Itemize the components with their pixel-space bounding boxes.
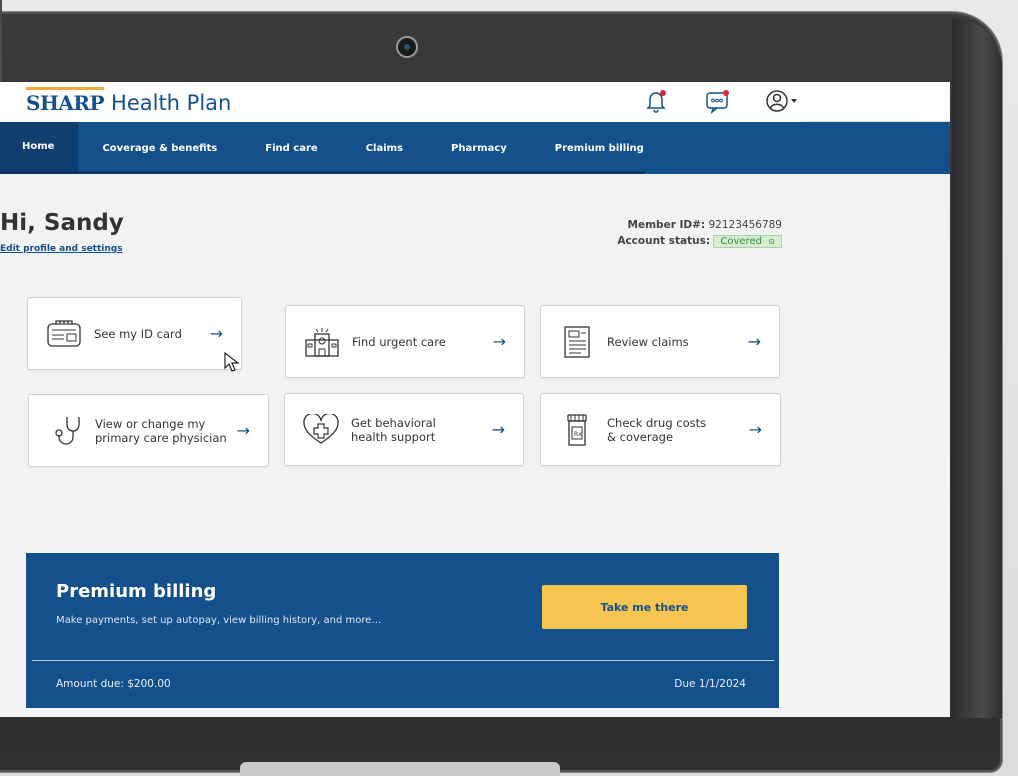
bell-icon[interactable] (644, 88, 670, 114)
card-primary-care-physician[interactable]: View or change my primary care physician… (28, 394, 269, 467)
webcam (396, 36, 418, 58)
nav-premium-billing[interactable]: Premium billing (531, 122, 668, 174)
bezel-rim (952, 18, 1002, 718)
card-label: View or change my primary care physician (95, 417, 237, 445)
arrow-right-icon: → (236, 421, 250, 440)
card-label-line1: View or change my (95, 416, 206, 431)
card-find-urgent-care[interactable]: Find urgent care → (285, 305, 525, 378)
status-text: Covered (720, 236, 762, 247)
card-label: See my ID card (94, 326, 182, 341)
member-id-label: Member ID#: (627, 219, 706, 231)
greeting-title: Hi, Sandy (0, 210, 124, 236)
arrow-right-icon: → (492, 332, 506, 351)
card-label-line2: & coverage (607, 429, 674, 444)
card-label: Find urgent care (352, 334, 446, 349)
card-see-id-card[interactable]: See my ID card → (27, 297, 242, 370)
nav-coverage-benefits[interactable]: Coverage & benefits (78, 122, 241, 174)
status-icon: ⊙ (768, 237, 775, 246)
hospital-icon (302, 326, 342, 358)
card-label-line2: primary care physician (95, 430, 227, 445)
amount-due: Amount due: $200.00 (56, 678, 171, 690)
due-date: Due 1/1/2024 (674, 678, 746, 690)
member-info: Member ID#: 92123456789 Account status: … (617, 219, 782, 252)
status-badge: Covered ⊙ (713, 235, 782, 248)
dashboard-hero: Hi, Sandy Edit profile and settings Memb… (0, 174, 950, 507)
arrow-right-icon: → (491, 420, 505, 439)
pill-bottle-icon: Rx (557, 413, 597, 446)
arrow-right-icon: → (209, 324, 223, 343)
member-id-value: 92123456789 (708, 219, 783, 231)
svg-text:Rx: Rx (574, 431, 582, 438)
document-icon (557, 325, 597, 358)
card-behavioral-health[interactable]: Get behavioral health support → (284, 393, 524, 466)
notification-dot (660, 90, 666, 96)
nav-home[interactable]: Home (0, 122, 79, 174)
stethoscope-icon (45, 415, 85, 447)
billing-title: Premium billing (56, 581, 217, 602)
nav-find-care[interactable]: Find care (241, 122, 341, 174)
logo-sharp: SHARP (26, 87, 105, 115)
card-label: Get behavioral health support (351, 416, 492, 444)
nav-claims[interactable]: Claims (342, 122, 427, 174)
main-nav: Home Coverage & benefits Find care Claim… (0, 122, 950, 174)
nav-pharmacy[interactable]: Pharmacy (427, 122, 531, 174)
heart-plus-icon (301, 413, 341, 446)
header-icons (644, 88, 800, 114)
id-card-icon (44, 318, 84, 350)
mouse-cursor-icon (224, 351, 242, 378)
profile-icon (766, 90, 797, 112)
take-me-there-button[interactable]: Take me there (542, 585, 747, 629)
card-label: Check drug costs & coverage (607, 416, 749, 444)
messages-icon[interactable] (704, 88, 730, 114)
top-header: SHARP Health Plan (0, 82, 950, 122)
card-label-line1: Get behavioral (351, 415, 436, 430)
billing-divider (32, 660, 774, 661)
logo[interactable]: SHARP Health Plan (26, 87, 231, 115)
card-label: Review claims (607, 334, 689, 349)
logo-health-plan: Health Plan (111, 91, 232, 115)
card-label-line2: health support (351, 429, 436, 444)
account-status-label: Account status: (617, 235, 711, 247)
card-label-line1: Check drug costs (607, 415, 707, 430)
premium-billing-panel: Premium billing Make payments, set up au… (26, 553, 779, 708)
edit-profile-link[interactable]: Edit profile and settings (0, 244, 123, 254)
message-dot (723, 90, 729, 96)
arrow-right-icon: → (748, 420, 762, 439)
app-screen: SHARP Health Plan Home Coverage & benefi… (0, 82, 950, 717)
arrow-right-icon: → (747, 332, 761, 351)
profile-menu[interactable] (764, 88, 800, 114)
card-drug-costs[interactable]: Rx Check drug costs & coverage → (540, 393, 781, 466)
laptop-base (240, 762, 560, 776)
card-review-claims[interactable]: Review claims → (540, 305, 780, 378)
billing-subtitle: Make payments, set up autopay, view bill… (56, 615, 382, 626)
